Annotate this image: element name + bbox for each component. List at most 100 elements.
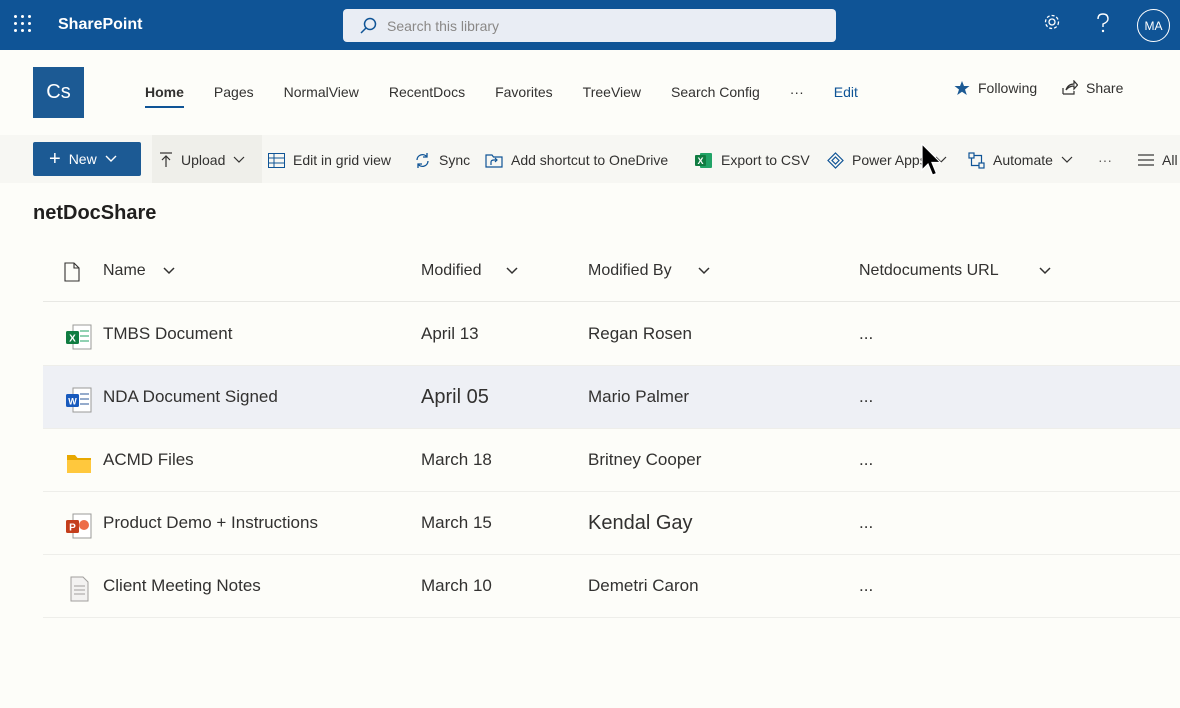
table-row[interactable]: P Product Demo + Instructions March 15 K… (43, 492, 1180, 555)
automate-icon (968, 151, 985, 169)
netdocuments-url[interactable]: ... (859, 492, 873, 554)
search-icon (360, 17, 377, 34)
netdocuments-url[interactable]: ... (859, 555, 873, 617)
modified-by: Regan Rosen (588, 324, 692, 343)
export-csv-button[interactable]: X Export to CSV (695, 146, 810, 174)
netdocuments-url[interactable]: ... (859, 429, 873, 491)
sync-icon (416, 152, 429, 168)
plus-icon: + (49, 148, 61, 170)
modified-date: March 18 (421, 450, 492, 469)
column-modified-label: Modified (421, 262, 482, 279)
text-file-icon (70, 576, 89, 602)
column-name-label: Name (103, 262, 146, 279)
svg-text:W: W (68, 397, 77, 407)
search-input[interactable] (387, 17, 807, 34)
site-navigation: Home Pages NormalView RecentDocs Favorit… (130, 80, 873, 108)
nav-normalview[interactable]: NormalView (269, 84, 374, 100)
file-type-header-icon[interactable] (64, 262, 80, 282)
nav-favorites[interactable]: Favorites (480, 84, 568, 100)
file-name[interactable]: NDA Document Signed (103, 366, 278, 428)
more-commands-icon[interactable]: ··· (1098, 146, 1112, 174)
chevron-down-icon (698, 267, 710, 275)
following-label: Following (978, 80, 1038, 96)
nav-pages[interactable]: Pages (199, 84, 269, 100)
file-name[interactable]: ACMD Files (103, 429, 194, 491)
table-row[interactable]: W NDA Document Signed April 05 Mario Pal… (43, 366, 1180, 429)
star-icon (954, 81, 970, 95)
nav-treeview[interactable]: TreeView (568, 84, 656, 100)
share-label: Share (1086, 80, 1124, 96)
table-row[interactable]: Client Meeting Notes March 10 Demetri Ca… (43, 555, 1180, 618)
upload-button[interactable]: Upload (159, 146, 245, 174)
nav-recentdocs[interactable]: RecentDocs (374, 84, 480, 100)
nav-more-icon[interactable]: ··· (775, 84, 819, 100)
new-label: New (68, 151, 97, 167)
shortcut-icon (485, 154, 503, 168)
grid-icon (268, 152, 285, 168)
app-launcher-icon[interactable] (14, 15, 34, 35)
modified-by: Mario Palmer (588, 387, 690, 406)
folder-icon (67, 455, 91, 473)
column-header-modified[interactable]: Modified (421, 262, 519, 280)
excel-icon: X (695, 152, 712, 168)
upload-label: Upload (181, 152, 226, 168)
column-header-netdocuments-url[interactable]: Netdocuments URL (859, 262, 1051, 280)
nav-search-config[interactable]: Search Config (656, 84, 775, 100)
chevron-down-icon (506, 267, 519, 275)
modified-by: Britney Cooper (588, 450, 702, 469)
sync-button[interactable]: Sync (414, 146, 470, 174)
power-apps-icon (827, 151, 844, 169)
user-avatar[interactable]: MA (1137, 9, 1170, 42)
column-header-name[interactable]: Name (103, 262, 175, 280)
file-name[interactable]: TMBS Document (103, 303, 232, 365)
column-url-label: Netdocuments URL (859, 262, 999, 279)
nav-edit-link[interactable]: Edit (819, 84, 873, 100)
site-logo[interactable]: Cs (33, 67, 84, 118)
add-shortcut-button[interactable]: Add shortcut to OneDrive (485, 146, 668, 174)
column-header-modified-by[interactable]: Modified By (588, 262, 710, 280)
modified-date: March 10 (421, 576, 492, 595)
view-label: All (1162, 152, 1178, 168)
chevron-down-icon (105, 155, 117, 162)
grid-label: Edit in grid view (293, 152, 392, 168)
upload-arrow-icon (160, 152, 172, 167)
csv-label: Export to CSV (721, 152, 810, 168)
following-button[interactable]: Following (954, 80, 1037, 96)
file-name[interactable]: Product Demo + Instructions (103, 492, 318, 554)
automate-button[interactable]: Automate (968, 146, 1073, 174)
chevron-down-icon (1039, 267, 1051, 275)
table-row[interactable]: X TMBS Document April 13 Regan Rosen ... (43, 303, 1180, 366)
netdocuments-url[interactable]: ... (859, 303, 873, 365)
svg-text:P: P (69, 523, 76, 534)
svg-text:X: X (697, 156, 703, 166)
library-title: netDocShare (33, 202, 157, 224)
svg-text:X: X (69, 334, 76, 345)
automate-label: Automate (993, 152, 1053, 168)
edit-grid-view-button[interactable]: Edit in grid view (268, 146, 391, 174)
word-file-icon: W (66, 387, 92, 413)
table-row[interactable]: ACMD Files March 18 Britney Cooper ... (43, 429, 1180, 492)
chevron-down-icon (163, 267, 175, 275)
help-icon[interactable] (1095, 13, 1111, 33)
powerpoint-file-icon: P (66, 513, 92, 539)
app-name[interactable]: SharePoint (58, 16, 142, 34)
modified-by: Kendal Gay (588, 511, 693, 534)
netdocuments-url[interactable]: ... (859, 366, 873, 428)
modified-date: March 15 (421, 513, 492, 532)
column-modified-by-label: Modified By (588, 262, 672, 279)
modified-by: Demetri Caron (588, 576, 699, 595)
settings-gear-icon[interactable] (1043, 13, 1061, 31)
view-selector-button[interactable]: All (1138, 146, 1178, 174)
nav-home[interactable]: Home (130, 84, 199, 108)
modified-date: April 05 (421, 385, 489, 408)
mouse-cursor-icon (921, 143, 942, 176)
share-icon (1062, 80, 1078, 95)
share-button[interactable]: Share (1062, 80, 1123, 96)
header-divider (43, 301, 1180, 302)
file-name[interactable]: Client Meeting Notes (103, 555, 261, 617)
new-button[interactable]: + New (33, 142, 141, 176)
search-box[interactable] (343, 9, 836, 42)
excel-file-icon: X (66, 324, 92, 350)
suite-bar: SharePoint MA (0, 0, 1180, 50)
modified-date: April 13 (421, 324, 479, 343)
